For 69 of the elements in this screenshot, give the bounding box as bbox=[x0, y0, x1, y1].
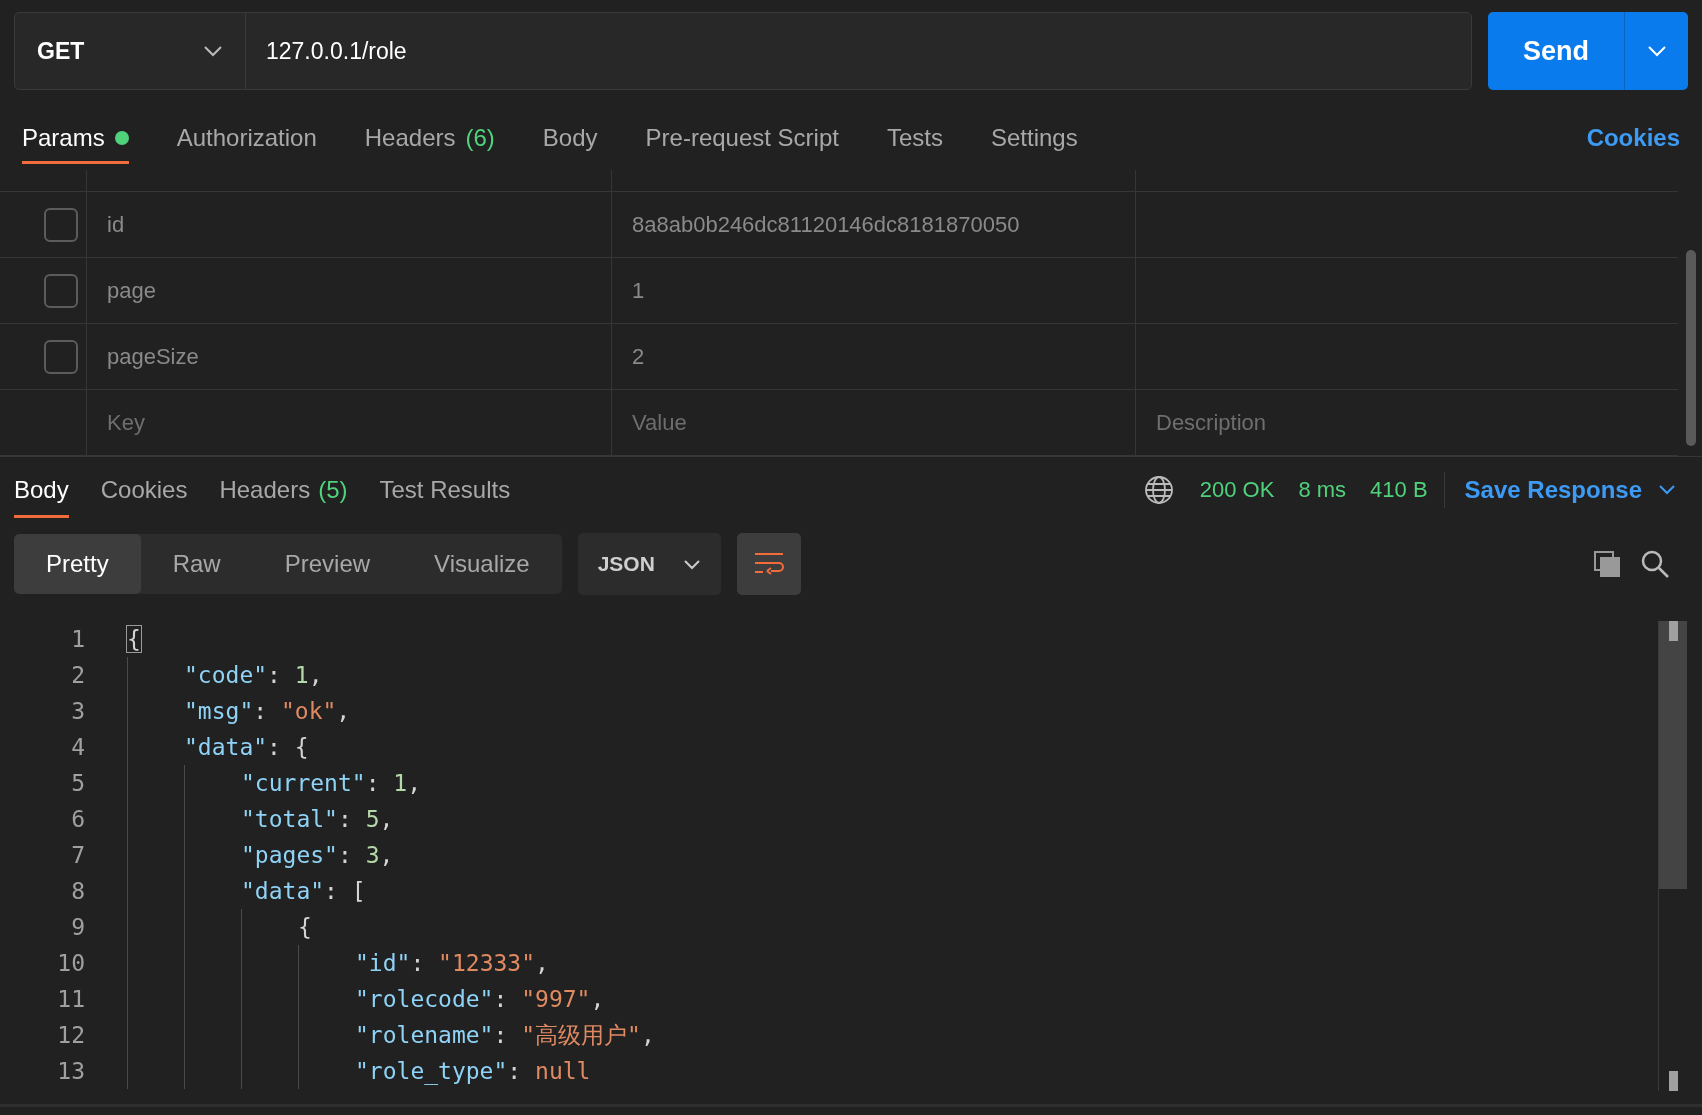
param-value[interactable]: 1 bbox=[632, 274, 645, 307]
view-mode-tab[interactable]: Raw bbox=[140, 534, 253, 594]
code-line: "data": [ bbox=[241, 876, 366, 906]
code-line: "data": { bbox=[184, 732, 309, 762]
chevron-down-icon bbox=[1646, 45, 1667, 57]
cookies-link[interactable]: Cookies bbox=[1586, 120, 1680, 156]
copy-icon[interactable] bbox=[1592, 549, 1622, 579]
response-tab[interactable]: Body bbox=[14, 457, 69, 522]
code-line: "total": 5, bbox=[241, 804, 394, 834]
checkbox[interactable] bbox=[44, 207, 78, 242]
line-number: 1 bbox=[70, 624, 85, 654]
line-number: 11 bbox=[56, 984, 85, 1014]
code-line: "id": "12333", bbox=[355, 948, 549, 978]
response-tab[interactable]: Test Results bbox=[379, 457, 511, 522]
code-line: "rolename": "高级用户", bbox=[355, 1020, 655, 1050]
scrollbar-thumb[interactable] bbox=[1686, 250, 1696, 446]
param-value[interactable]: 8a8ab0b246dc81120146dc8181870050 bbox=[632, 208, 1020, 241]
line-number: 10 bbox=[56, 948, 85, 978]
wrap-lines-icon bbox=[752, 551, 785, 577]
code-line: "role_type": null bbox=[355, 1056, 591, 1087]
param-key[interactable]: page bbox=[107, 274, 156, 307]
code-line: "rolecode": "997", bbox=[355, 984, 605, 1014]
view-mode-tab[interactable]: Pretty bbox=[14, 534, 141, 594]
request-tab[interactable]: Params bbox=[22, 106, 129, 170]
view-mode-tab[interactable]: Preview bbox=[252, 534, 403, 594]
wrap-lines-button[interactable] bbox=[736, 533, 801, 595]
param-value[interactable]: 2 bbox=[632, 340, 645, 373]
param-key[interactable]: id bbox=[107, 208, 125, 241]
code-line: "current": 1, bbox=[241, 768, 422, 798]
request-tab[interactable]: Pre-request Script bbox=[645, 106, 839, 170]
line-number: 9 bbox=[70, 912, 85, 942]
line-number: 2 bbox=[70, 660, 85, 690]
globe-icon bbox=[1143, 474, 1174, 505]
chevron-down-icon bbox=[682, 558, 701, 570]
line-number: 4 bbox=[70, 732, 85, 762]
status-text: 200 OK bbox=[1199, 476, 1275, 504]
request-tab[interactable]: Headers (6) bbox=[364, 106, 495, 170]
checkbox[interactable] bbox=[44, 273, 78, 308]
line-number: 5 bbox=[70, 768, 85, 798]
minimap-marker bbox=[1669, 1071, 1678, 1091]
line-number: 3 bbox=[70, 696, 85, 726]
size-text: 410 B bbox=[1370, 476, 1428, 504]
param-key[interactable]: pageSize bbox=[107, 340, 199, 373]
request-tab[interactable]: Authorization bbox=[176, 106, 317, 170]
minimap-marker bbox=[1669, 621, 1678, 641]
view-mode-tab[interactable]: Visualize bbox=[402, 534, 562, 594]
time-text: 8 ms bbox=[1298, 476, 1347, 504]
line-number: 12 bbox=[56, 1020, 85, 1050]
save-response-button[interactable]: Save Response bbox=[1464, 471, 1676, 508]
request-tab[interactable]: Body bbox=[542, 106, 598, 170]
line-number: 8 bbox=[70, 876, 85, 906]
code-line: "code": 1, bbox=[184, 660, 323, 690]
chevron-down-icon bbox=[1658, 484, 1676, 495]
response-tab[interactable]: Cookies bbox=[100, 457, 188, 522]
request-tab[interactable]: Tests bbox=[886, 106, 943, 170]
code-line: "msg": "ok", bbox=[184, 696, 351, 726]
line-number: 7 bbox=[70, 840, 85, 870]
line-number: 6 bbox=[70, 804, 85, 834]
code-line: "pages": 3, bbox=[241, 840, 394, 870]
checkbox[interactable] bbox=[44, 339, 78, 374]
code-line: { bbox=[127, 624, 141, 654]
send-button[interactable]: Send bbox=[1488, 12, 1624, 90]
code-line: { bbox=[298, 912, 312, 942]
scrollbar-thumb[interactable] bbox=[1659, 621, 1687, 889]
request-tab[interactable]: Settings bbox=[990, 106, 1078, 170]
format-select[interactable]: JSON bbox=[577, 533, 721, 595]
line-number: 13 bbox=[56, 1056, 85, 1086]
response-tab[interactable]: Headers (5) bbox=[219, 457, 348, 522]
search-icon[interactable] bbox=[1640, 549, 1670, 579]
